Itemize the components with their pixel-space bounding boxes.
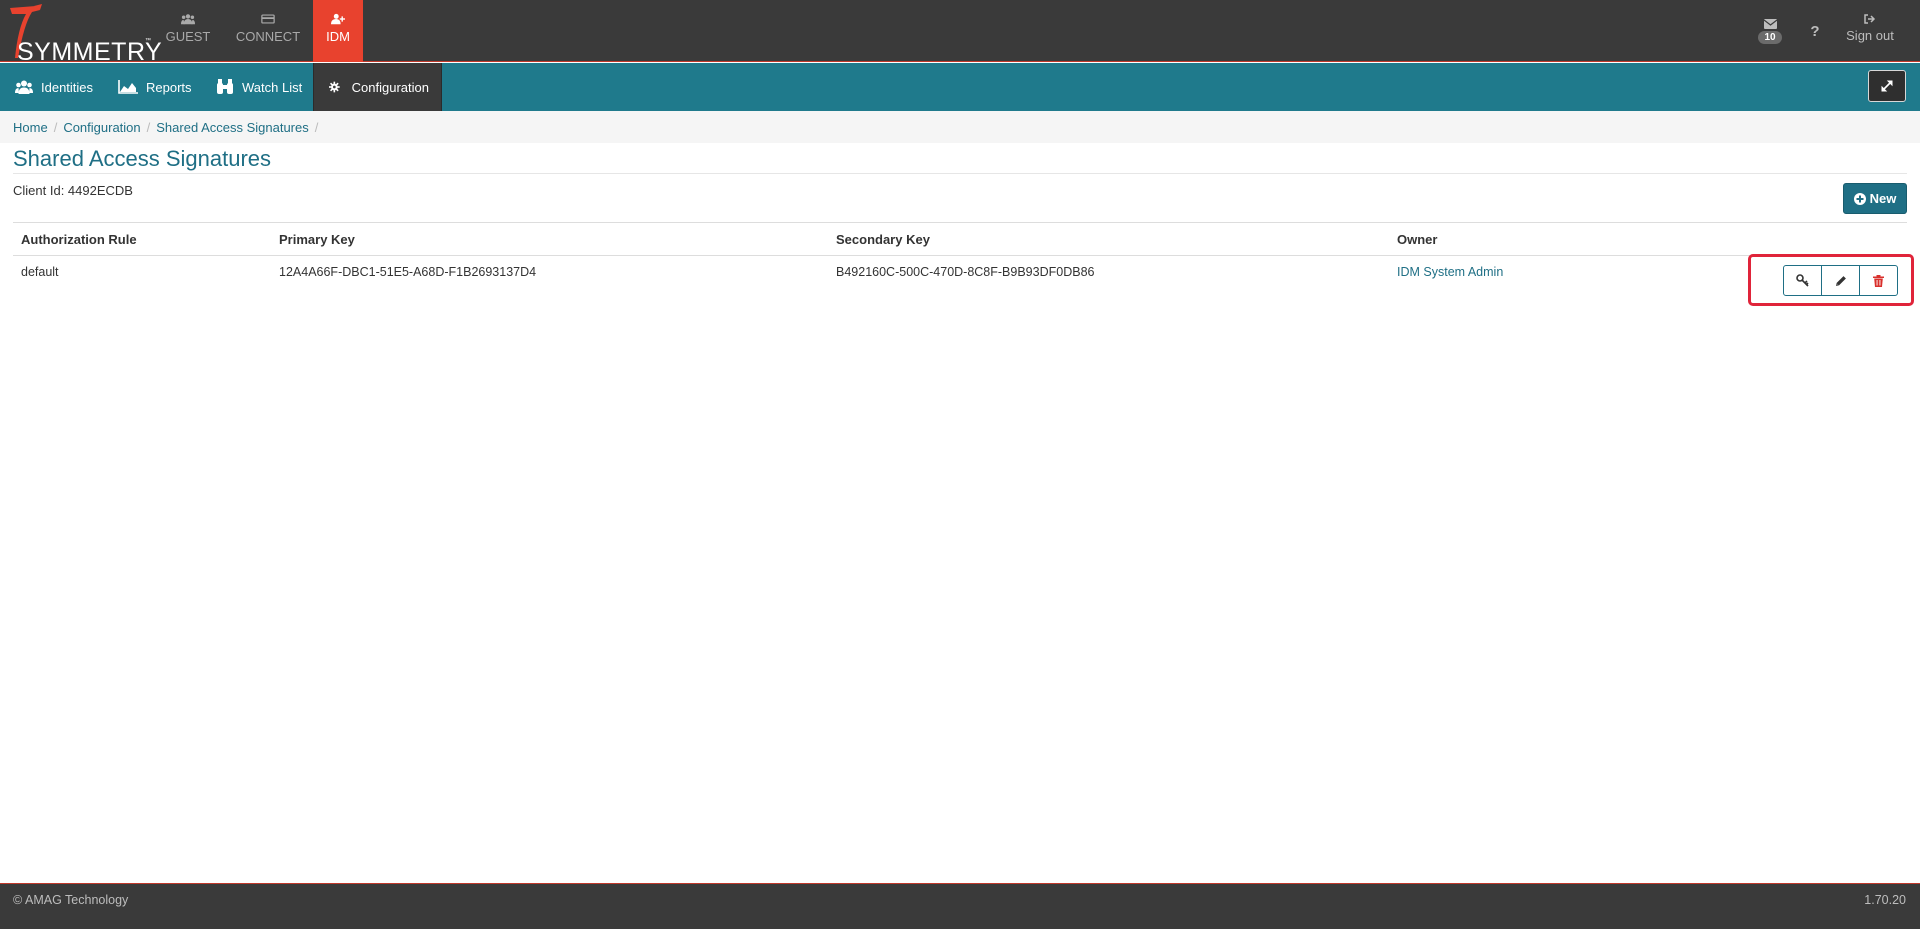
breadcrumb: Home / Configuration / Shared Access Sig… [0, 111, 1920, 143]
divider [13, 173, 1907, 174]
pencil-icon [1835, 275, 1846, 286]
plus-circle-icon [1853, 192, 1866, 205]
nav-item-configuration[interactable]: Configuration [313, 63, 442, 111]
new-button[interactable]: New [1843, 183, 1907, 214]
footer: © AMAG Technology 1.70.20 [0, 883, 1920, 929]
logo-trademark: ™ [145, 38, 151, 44]
cell-secondary-key: B492160C-500C-470D-8C8F-B9B93DF0DB86 [836, 265, 1095, 279]
main-nav: Identities Reports Watch List Configurat… [0, 63, 1920, 111]
client-id-text: Client Id: 4492ECDB [13, 183, 133, 198]
table-header: Authorization Rule Primary Key Secondary… [13, 223, 1907, 256]
new-button-label: New [1869, 191, 1897, 206]
messages-button[interactable]: 10 [1755, 0, 1785, 62]
breadcrumb-separator: / [53, 119, 58, 135]
trash-icon [1873, 274, 1884, 287]
sign-out-label: Sign out [1846, 27, 1894, 43]
nav-item-watch-list[interactable]: Watch List [204, 63, 314, 111]
breadcrumb-configuration[interactable]: Configuration [63, 120, 140, 135]
top-bar: SYMMETRY ™ GUEST CONNECT IDM 10 ? Sign o… [0, 0, 1920, 66]
owner-link[interactable]: IDM System Admin [1397, 265, 1503, 279]
nav-label: Watch List [242, 79, 303, 95]
nav-item-reports[interactable]: Reports [106, 63, 204, 111]
column-header-authorization-rule[interactable]: Authorization Rule [21, 232, 137, 247]
table-row: default 12A4A66F-DBC1-51E5-A68D-F1B26931… [13, 256, 1907, 296]
app-tab-label: IDM [326, 28, 350, 44]
row-actions [1783, 265, 1898, 296]
expand-icon [1881, 80, 1893, 92]
app-tab-idm[interactable]: IDM [313, 0, 363, 62]
binoculars-icon [217, 79, 233, 94]
breadcrumb-shared-access-signatures[interactable]: Shared Access Signatures [156, 120, 308, 135]
users-icon [181, 13, 195, 24]
delete-button[interactable] [1859, 265, 1898, 296]
envelope-icon [1763, 18, 1777, 29]
nav-label: Reports [146, 79, 192, 95]
column-header-owner[interactable]: Owner [1397, 232, 1437, 247]
key-icon [1796, 274, 1809, 287]
symmetry-logo[interactable]: SYMMETRY ™ [6, 4, 162, 66]
sign-out-button[interactable]: Sign out [1840, 0, 1900, 62]
help-button[interactable]: ? [1805, 0, 1825, 62]
area-chart-icon [118, 80, 138, 94]
nav-item-identities[interactable]: Identities [3, 63, 105, 111]
gear-icon [329, 81, 340, 93]
user-plus-icon [331, 13, 345, 24]
breadcrumb-separator: / [146, 119, 151, 135]
users-icon [15, 80, 33, 94]
app-tab-label: GUEST [165, 28, 211, 44]
messages-count-badge: 10 [1758, 30, 1782, 44]
help-icon: ? [1810, 22, 1820, 40]
breadcrumb-home[interactable]: Home [13, 120, 48, 135]
column-header-secondary-key[interactable]: Secondary Key [836, 232, 930, 247]
cell-primary-key: 12A4A66F-DBC1-51E5-A68D-F1B2693137D4 [279, 265, 537, 279]
app-tab-label: CONNECT [235, 28, 301, 44]
sign-out-icon [1864, 13, 1876, 24]
app-tab-connect[interactable]: CONNECT [232, 0, 304, 62]
column-header-primary-key[interactable]: Primary Key [279, 232, 355, 247]
edit-button[interactable] [1821, 265, 1860, 296]
fullscreen-button[interactable] [1868, 70, 1906, 102]
version-text: 1.70.20 [1864, 893, 1906, 907]
nav-label: Identities [41, 79, 94, 95]
copyright-text: © AMAG Technology [13, 893, 129, 907]
cell-authorization-rule: default [21, 265, 59, 279]
app-tab-guest[interactable]: GUEST [160, 0, 216, 62]
nav-label: Configuration [351, 79, 429, 95]
card-icon [261, 13, 275, 24]
page-title: Shared Access Signatures [13, 146, 272, 171]
regenerate-keys-button[interactable] [1783, 265, 1822, 296]
breadcrumb-separator: / [314, 119, 319, 135]
